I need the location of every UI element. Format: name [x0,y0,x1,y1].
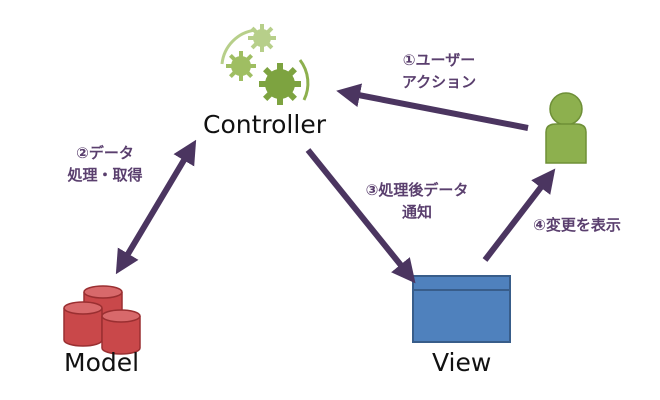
view-label: View [432,348,492,377]
edge-label-notify-line1: ③処理後データ [365,181,469,199]
edge-label-user-action-line1: ①ユーザー [402,51,476,69]
mvc-diagram: Controller Model View ①ユーザー アクション ②データ 処… [0,0,660,400]
edge-label-user-action: ①ユーザー アクション [385,49,493,93]
edge-label-display-change-line1: ④変更を表示 [533,216,621,234]
edge-label-data-processing-line1: ②データ [76,144,134,162]
edge-label-display-change: ④変更を表示 [514,214,640,236]
database-icon [63,285,141,355]
controller-label: Controller [203,110,326,139]
edge-label-user-action-line2: アクション [401,73,477,91]
edge-label-notify: ③処理後データ 通知 [343,179,491,223]
edge-label-data-processing: ②データ 処理・取得 [55,142,155,186]
diagram-graphics [63,24,587,355]
gears-icon [220,24,310,105]
window-icon [412,275,511,343]
edge-label-notify-line2: 通知 [401,203,432,221]
arrow-user-to-controller [336,83,529,131]
model-label: Model [64,348,140,377]
edge-label-data-processing-line2: 処理・取得 [67,166,143,184]
user-icon [545,92,587,164]
